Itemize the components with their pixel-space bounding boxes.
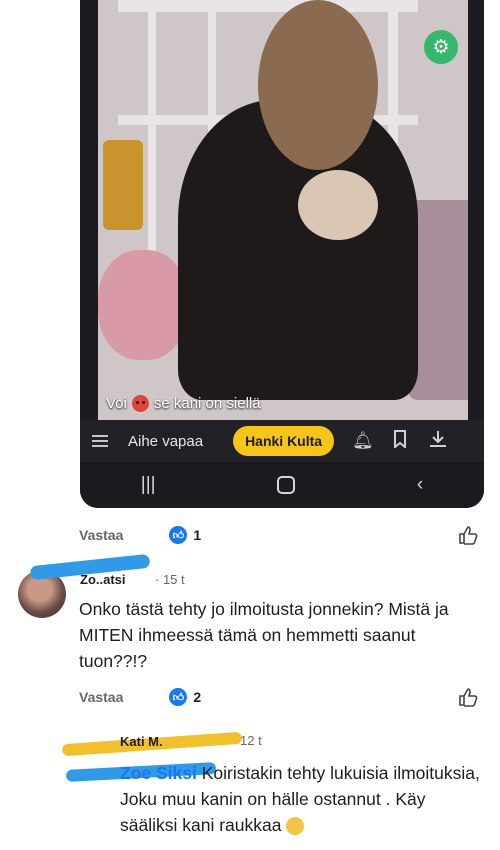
embedded-screenshot: ⚙ Voi se kani on siellä Aihe vapaa Hanki… [80,0,484,508]
app-toolbar: Aihe vapaa Hanki Kulta 🔔︎ [80,420,484,462]
gear-icon[interactable]: ⚙ [424,30,458,64]
download-icon[interactable] [428,430,448,453]
like-count: 2 [193,689,202,705]
video-frame[interactable]: ⚙ Voi se kani on siellä [98,0,468,420]
comment-author[interactable]: Zo..atsi [80,572,126,587]
reply-button[interactable]: Vastaa [79,689,123,705]
comment-actions-1: Vastaa 👍︎ 1 [79,526,201,544]
like-thumb-icon[interactable] [458,687,478,707]
topic-label[interactable]: Aihe vapaa [128,433,203,450]
comment-author[interactable]: Kati M. [120,734,163,749]
like-count: 1 [193,527,202,543]
home-icon[interactable] [277,476,296,494]
like-reaction-icon: 👍︎ [169,688,188,706]
bell-icon[interactable]: 🔔︎ [352,431,374,451]
like-reaction-icon: 👍︎ [169,526,188,544]
comment-time: · 15 t [155,572,185,587]
caption-text-start: Voi [106,395,127,412]
system-nav-bar: ||| ‹ [80,462,484,508]
like-thumb-icon[interactable] [458,525,478,545]
comment-text: Onko tästä tehty jo ilmoitusta jonnekin?… [79,599,449,671]
get-gold-button[interactable]: Hanki Kulta [233,426,335,456]
reply-text: Zoe Siksi Koiristakin tehty lukuisia ilm… [120,760,480,838]
recent-apps-icon[interactable]: ||| [141,474,156,496]
pensive-emoji-icon [286,817,305,836]
back-icon[interactable]: ‹ [417,474,423,496]
bookmark-icon[interactable] [390,429,410,453]
reply-button[interactable]: Vastaa [79,527,123,543]
caption-text-end: se kani on siellä [153,395,261,412]
mention-link[interactable]: Zoe Siksi [120,763,197,783]
angry-emoji-icon [131,395,149,412]
comment-time: 12 t [240,733,262,748]
hamburger-menu-icon[interactable] [92,435,108,447]
comment-actions-2: Vastaa 👍︎ 2 [79,688,201,706]
video-caption: Voi se kani on siellä [106,395,261,412]
